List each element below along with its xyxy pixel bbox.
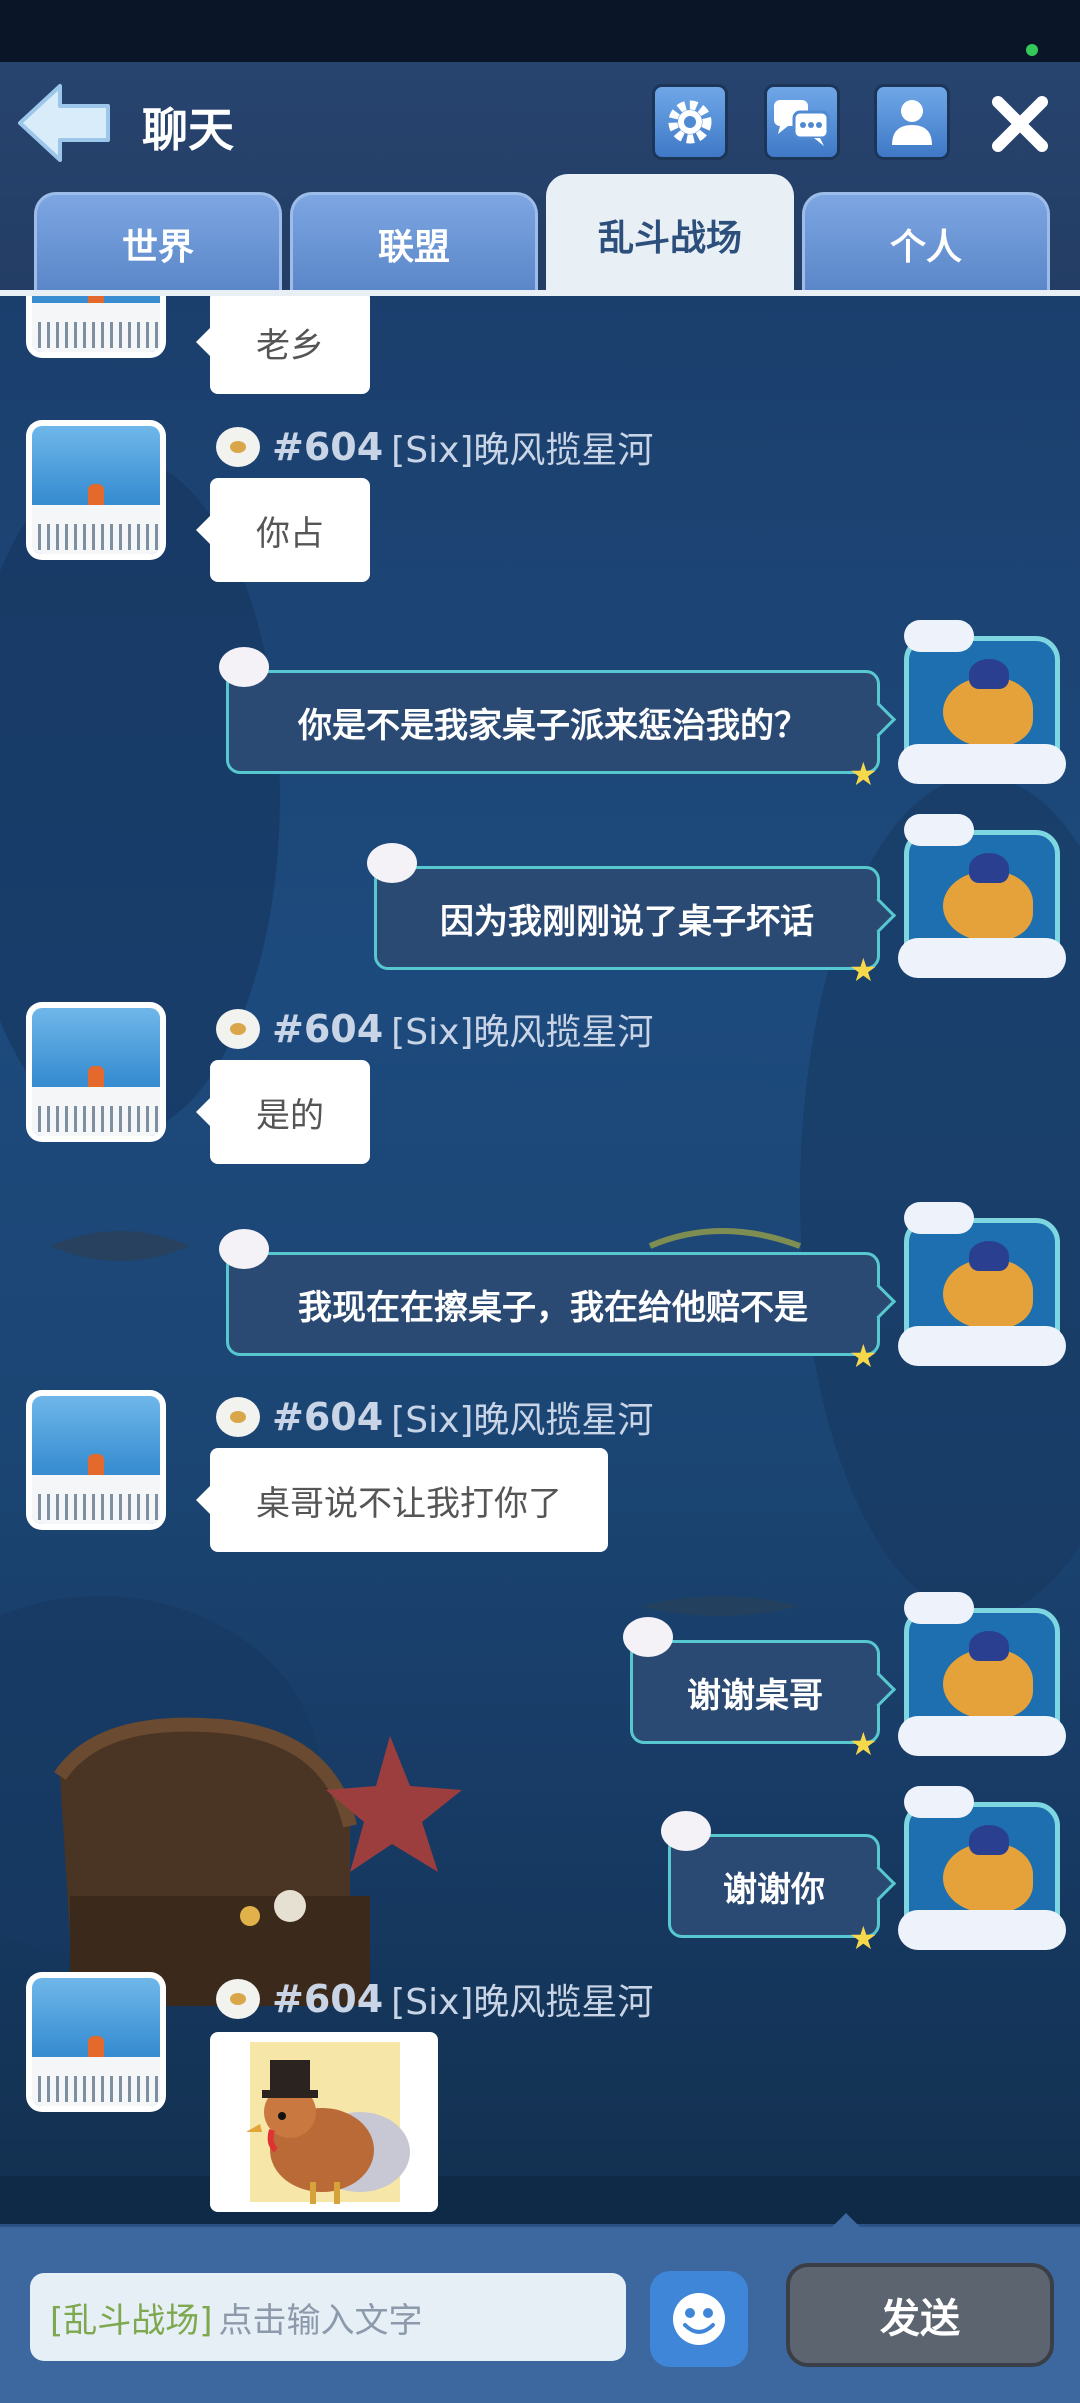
cat-icon bbox=[623, 1617, 673, 1657]
star-icon: ★ bbox=[849, 1337, 878, 1375]
message-text: 你是不是我家桌子派来惩治我的？ bbox=[298, 705, 808, 746]
turkey-sticker-icon bbox=[246, 2042, 410, 2204]
message-bubble: 老乡 bbox=[196, 296, 370, 394]
channel-prefix: [乱斗战场] bbox=[50, 2300, 213, 2341]
cat-badge-icon bbox=[216, 427, 260, 467]
sender-name: [Six]晚风揽星河 bbox=[391, 1400, 654, 1441]
sender-avatar[interactable] bbox=[26, 1390, 166, 1530]
my-avatar[interactable] bbox=[898, 1592, 1066, 1756]
message-text: 我现在在擦桌子，我在给他赔不是 bbox=[298, 1287, 808, 1328]
star-icon: ★ bbox=[849, 951, 878, 989]
star-icon: ★ bbox=[849, 755, 878, 793]
status-indicator bbox=[1026, 44, 1038, 56]
my-message-bubble: 你是不是我家桌子派来惩治我的？ ★ bbox=[219, 647, 897, 791]
star-icon: ★ bbox=[849, 1919, 878, 1957]
chat-message-list[interactable]: 老乡 #604 [Six]晚风揽星河 你占 你是不是我家桌子派来惩治我的？ ★ … bbox=[0, 296, 1080, 2224]
tab-alliance[interactable]: 联盟 bbox=[290, 192, 538, 292]
my-avatar[interactable] bbox=[898, 814, 1066, 978]
cat-icon bbox=[367, 843, 417, 883]
sender-avatar[interactable] bbox=[26, 296, 166, 358]
settings-button[interactable] bbox=[652, 84, 728, 160]
my-avatar[interactable] bbox=[898, 620, 1066, 784]
tab-personal[interactable]: 个人 bbox=[802, 192, 1050, 292]
sender-name: [Six]晚风揽星河 bbox=[391, 430, 654, 471]
cat-icon bbox=[661, 1811, 711, 1851]
sender-avatar[interactable] bbox=[26, 1002, 166, 1142]
sender-name-row: #604 [Six]晚风揽星河 bbox=[216, 422, 653, 472]
chat-list-button[interactable] bbox=[764, 84, 840, 160]
chat-header: 聊天 世界 联盟 乱斗战场 个人 bbox=[0, 62, 1080, 296]
smiley-icon bbox=[673, 2293, 725, 2345]
tab-world[interactable]: 世界 bbox=[34, 192, 282, 292]
chat-bubbles-icon bbox=[774, 100, 830, 146]
server-number: #604 bbox=[272, 425, 384, 469]
status-bar bbox=[0, 0, 1080, 62]
close-button[interactable] bbox=[988, 92, 1052, 156]
cat-badge-icon bbox=[216, 1979, 260, 2019]
chat-input-bar: [乱斗战场] 点击输入文字 发送 bbox=[0, 2213, 1080, 2403]
gear-icon bbox=[668, 100, 712, 144]
star-icon: ★ bbox=[849, 1725, 878, 1763]
sender-avatar[interactable] bbox=[26, 1972, 166, 2112]
message-text: 谢谢桌哥 bbox=[687, 1675, 823, 1716]
sender-avatar[interactable] bbox=[26, 420, 166, 560]
user-icon bbox=[892, 100, 932, 145]
tab-brawl-arena[interactable]: 乱斗战场 bbox=[546, 174, 794, 292]
cat-icon bbox=[219, 1229, 269, 1269]
message-bubble: 你占 bbox=[196, 478, 370, 582]
my-avatar[interactable] bbox=[898, 1786, 1066, 1950]
sender-name: [Six]晚风揽星河 bbox=[391, 1012, 654, 1053]
my-avatar[interactable] bbox=[898, 1202, 1066, 1366]
sender-name-row: #604 [Six]晚风揽星河 bbox=[216, 1004, 653, 1054]
my-message-bubble: 谢谢桌哥 ★ bbox=[623, 1617, 897, 1761]
message-bubble: 是的 bbox=[196, 1060, 370, 1164]
server-number: #604 bbox=[272, 1977, 384, 2021]
cat-icon bbox=[219, 647, 269, 687]
close-icon bbox=[992, 96, 1048, 152]
profile-button[interactable] bbox=[874, 84, 950, 160]
sender-name-row: #604 [Six]晚风揽星河 bbox=[216, 1974, 653, 2024]
server-number: #604 bbox=[272, 1395, 384, 1439]
input-placeholder: 点击输入文字 bbox=[218, 2300, 423, 2341]
sender-name-row: #604 [Six]晚风揽星河 bbox=[216, 1392, 653, 1442]
my-message-bubble: 我现在在擦桌子，我在给他赔不是 ★ bbox=[219, 1229, 897, 1373]
sender-name: [Six]晚风揽星河 bbox=[391, 1982, 654, 2023]
message-text: 谢谢你 bbox=[723, 1869, 825, 1910]
message-input[interactable]: [乱斗战场] 点击输入文字 bbox=[30, 2273, 626, 2361]
sticker-message[interactable] bbox=[210, 2032, 438, 2212]
message-text: 因为我刚刚说了桌子坏话 bbox=[440, 901, 814, 942]
server-number: #604 bbox=[272, 1007, 384, 1051]
cat-badge-icon bbox=[216, 1397, 260, 1437]
my-message-bubble: 谢谢你 ★ bbox=[661, 1811, 897, 1955]
back-button[interactable] bbox=[16, 80, 112, 166]
back-arrow-icon bbox=[18, 84, 110, 162]
input-bar-caret bbox=[832, 2213, 860, 2227]
send-button[interactable]: 发送 bbox=[786, 2263, 1054, 2367]
page-title: 聊天 bbox=[142, 103, 234, 157]
message-bubble: 桌哥说不让我打你了 bbox=[196, 1448, 608, 1552]
my-message-bubble: 因为我刚刚说了桌子坏话 ★ bbox=[367, 843, 897, 987]
cat-badge-icon bbox=[216, 1009, 260, 1049]
emoji-button[interactable] bbox=[650, 2271, 748, 2367]
